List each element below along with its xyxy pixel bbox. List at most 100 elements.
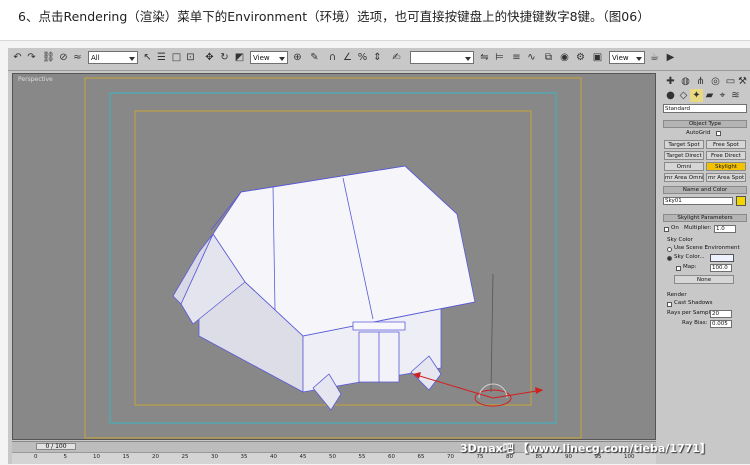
rays-per-sample-field[interactable]: 20 <box>710 310 732 318</box>
skylight-target-line <box>490 273 494 393</box>
pivot-center-icon[interactable]: ⊕ <box>291 51 304 64</box>
category-dropdown[interactable]: Standard <box>663 104 747 113</box>
lights-icon[interactable]: ✦ <box>690 89 703 102</box>
curve-editor-icon[interactable]: ∿ <box>525 51 538 64</box>
skylight-button[interactable]: Skylight <box>706 162 746 171</box>
select-object-icon[interactable]: ↖ <box>141 51 154 64</box>
ruler-tick-label: 5 <box>63 454 68 460</box>
autogrid-label: AutoGrid <box>686 130 711 136</box>
use-scene-env-label: Use Scene Environment <box>674 245 740 251</box>
ruler-tick-label: 60 <box>388 454 395 460</box>
ruler-tick-label: 55 <box>358 454 366 460</box>
ruler-tick-label: 15 <box>122 454 130 460</box>
free-direct-button[interactable]: Free Direct <box>706 151 746 160</box>
spacewarps-icon[interactable]: ≋ <box>729 89 742 102</box>
quick-render-icon[interactable]: ☕ <box>648 51 661 64</box>
rotate-icon[interactable]: ↻ <box>218 51 231 64</box>
ruler-tick-label: 50 <box>329 454 336 460</box>
material-editor-icon[interactable]: ◉ <box>558 51 571 64</box>
time-slider[interactable]: 0 / 100 <box>36 443 76 450</box>
snaps-toggle-icon[interactable]: ∩ <box>326 51 339 64</box>
shapes-icon[interactable]: ◇ <box>677 89 690 102</box>
render-last-icon[interactable]: ▶ <box>664 51 677 64</box>
object-color-swatch[interactable] <box>736 196 746 206</box>
object-type-rollout[interactable]: Object Type <box>663 120 747 128</box>
use-scene-env-radio[interactable] <box>667 247 672 252</box>
watermark-text: 3Dmax吧 【www.linecg.com/tieba/1771】 <box>460 442 711 455</box>
command-panel: ✚ ◍ ⋔ ◎ ▭ ⚒ ● ◇ ✦ ▰ ⌖ ≋ Standard Object … <box>660 73 750 464</box>
motion-tab-icon[interactable]: ◎ <box>709 75 722 88</box>
render-group-label: Render <box>667 292 687 298</box>
cameras-icon[interactable]: ▰ <box>703 89 716 102</box>
multiplier-label: Multiplier: <box>684 225 712 231</box>
free-spot-button[interactable]: Free Spot <box>706 140 746 149</box>
mr-area-spot-button[interactable]: mr Area Spot <box>706 173 746 182</box>
move-icon[interactable]: ✥ <box>203 51 216 64</box>
perspective-viewport[interactable]: Perspective <box>12 73 656 440</box>
unlink-icon[interactable]: ⊘ <box>57 51 70 64</box>
helpers-icon[interactable]: ⌖ <box>716 89 729 102</box>
ray-bias-field[interactable]: 0.005 <box>710 320 732 328</box>
main-toolbar: ↶ ↷ ⛓ ⊘ ≈ All ↖ ☰ □ ⊡ ✥ ↻ ◩ View ⊕ ✎ ∩ ∠… <box>8 48 750 71</box>
map-label: Map: <box>683 264 697 270</box>
ruler-tick-label: 20 <box>152 454 159 460</box>
window-crossing-icon[interactable]: ⊡ <box>184 51 197 64</box>
undo-icon[interactable]: ↶ <box>11 51 24 64</box>
edit-named-selection-icon[interactable]: ✍ <box>390 51 403 64</box>
rect-selection-icon[interactable]: □ <box>170 51 183 64</box>
modify-tab-icon[interactable]: ◍ <box>679 75 692 88</box>
schematic-view-icon[interactable]: ⧉ <box>542 51 555 64</box>
sky-color-radio[interactable] <box>667 256 672 261</box>
align-icon[interactable]: ⊨ <box>493 51 506 64</box>
ruler-tick-label: 30 <box>211 454 218 460</box>
ruler-tick-label: 10 <box>93 454 100 460</box>
map-checkbox[interactable] <box>676 266 681 271</box>
skylight-params-rollout[interactable]: Skylight Parameters <box>663 214 747 222</box>
utilities-tab-icon[interactable]: ⚒ <box>736 75 749 88</box>
layer-manager-icon[interactable]: ≡ <box>510 51 523 64</box>
spinner-snap-icon[interactable]: ⇕ <box>371 51 384 64</box>
mr-area-omni-button[interactable]: mr Area Omni <box>664 173 704 182</box>
target-direct-button[interactable]: Target Direct <box>664 151 704 160</box>
sky-color-swatch[interactable] <box>710 254 734 262</box>
ruler-tick-label: 35 <box>240 454 248 460</box>
on-label: On <box>671 225 679 231</box>
ruler-tick-label: 65 <box>417 454 425 460</box>
ray-bias-label: Ray Bias: <box>682 320 708 326</box>
on-checkbox[interactable] <box>664 227 669 232</box>
cast-shadows-checkbox[interactable] <box>667 302 672 307</box>
target-spot-button[interactable]: Target Spot <box>664 140 704 149</box>
redo-icon[interactable]: ↷ <box>25 51 38 64</box>
percent-snap-icon[interactable]: % <box>356 51 369 64</box>
select-by-name-icon[interactable]: ☰ <box>155 51 168 64</box>
autogrid-checkbox[interactable] <box>716 131 721 136</box>
map-amount-field[interactable]: 100.0 <box>710 264 732 272</box>
mirror-icon[interactable]: ⇋ <box>478 51 491 64</box>
sky-color-group-label: Sky Color <box>667 237 693 243</box>
hierarchy-tab-icon[interactable]: ⋔ <box>694 75 707 88</box>
reference-coordinate-dropdown[interactable]: View <box>250 51 288 64</box>
max-application: ↶ ↷ ⛓ ⊘ ≈ All ↖ ☰ □ ⊡ ✥ ↻ ◩ View ⊕ ✎ ∩ ∠… <box>8 48 750 464</box>
render-type-dropdown[interactable]: View <box>609 51 645 64</box>
scale-icon[interactable]: ◩ <box>233 51 246 64</box>
select-manipulate-icon[interactable]: ✎ <box>308 51 321 64</box>
cast-shadows-label: Cast Shadows <box>674 300 713 306</box>
selection-filter-dropdown[interactable]: All <box>88 51 138 64</box>
create-tab-icon[interactable]: ✚ <box>664 75 677 88</box>
rays-per-sample-label: Rays per Sample: <box>667 310 716 316</box>
multiplier-field[interactable]: 1.0 <box>714 225 736 233</box>
angle-snap-icon[interactable]: ∠ <box>341 51 354 64</box>
named-selection-dropdown[interactable] <box>410 51 474 64</box>
render-frame-icon[interactable]: ▣ <box>591 51 604 64</box>
map-none-button[interactable]: None <box>674 275 734 284</box>
omni-button[interactable]: Omni <box>664 162 704 171</box>
object-name-field[interactable]: Sky01 <box>663 197 733 205</box>
geometry-icon[interactable]: ● <box>664 89 677 102</box>
render-setup-icon[interactable]: ⚙ <box>574 51 587 64</box>
sky-color-label: Sky Color... <box>674 254 705 260</box>
select-link-icon[interactable]: ⛓ <box>42 51 55 64</box>
ruler-tick-label: 25 <box>181 454 189 460</box>
name-color-rollout[interactable]: Name and Color <box>663 186 747 194</box>
ruler-tick-label: 40 <box>270 454 277 460</box>
bind-spacewarp-icon[interactable]: ≈ <box>71 51 84 64</box>
